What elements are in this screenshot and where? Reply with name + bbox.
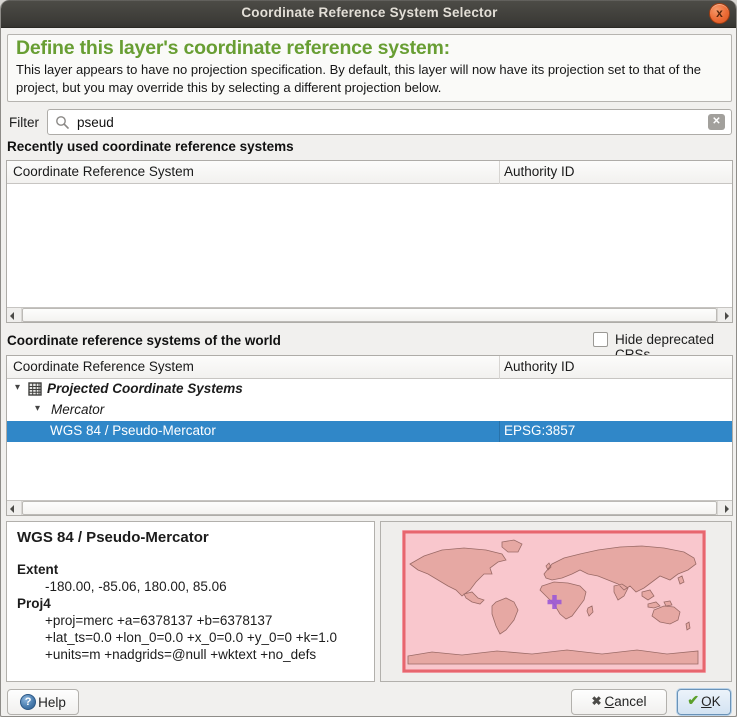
crs-details-panel: WGS 84 / Pseudo-Mercator Extent -180.00,… [6,521,375,682]
expander-icon[interactable]: ▾ [15,382,20,393]
scroll-right-icon[interactable] [717,501,732,515]
expander-icon[interactable]: ▾ [35,403,40,414]
window-title: Coordinate Reference System Selector [1,5,737,20]
tree-label[interactable]: WGS 84 / Pseudo-Mercator [50,423,216,438]
help-icon: ? [20,694,36,710]
tree-label[interactable]: Mercator [51,402,104,417]
tree-row-wgs84-pseudo-mercator[interactable]: WGS 84 / Pseudo-Mercator EPSG:3857 [7,421,732,442]
hide-deprecated-checkbox[interactable] [593,332,608,347]
cancel-x-icon: ✖ [591,694,601,708]
world-col-crs[interactable]: Coordinate Reference System [13,359,194,374]
cancel-button[interactable]: ✖ Cancel [571,689,667,715]
map-preview-panel [380,521,732,682]
proj4-label: Proj4 [17,595,364,612]
filter-label: Filter [9,115,39,130]
authority-id[interactable]: EPSG:3857 [504,423,575,438]
header-frame: Define this layer's coordinate reference… [7,34,732,102]
proj4-line: +proj=merc +a=6378137 +b=6378137 [17,612,364,629]
header-description: This layer appears to have no projection… [16,61,723,95]
scroll-left-icon[interactable] [7,501,22,515]
help-label: Help [38,695,66,710]
close-icon[interactable]: x [709,3,730,24]
recent-heading: Recently used coordinate reference syste… [7,139,294,154]
recent-crs-table[interactable]: Coordinate Reference System Authority ID [6,160,733,323]
ok-button[interactable]: ✔OK [677,689,731,715]
help-button[interactable]: ?Help [7,689,79,715]
clear-filter-icon[interactable]: ✕ [708,114,725,130]
proj4-line: +lat_ts=0.0 +lon_0=0.0 +x_0=0.0 +y_0=0 +… [17,629,364,646]
recent-table-header[interactable]: Coordinate Reference System Authority ID [7,161,732,184]
titlebar[interactable]: Coordinate Reference System Selector x [1,0,737,28]
grid-icon [28,382,42,396]
world-map-preview [402,530,706,673]
tree-row-mercator[interactable]: ▾ Mercator [7,400,732,421]
crs-selector-dialog: Coordinate Reference System Selector x D… [0,0,737,717]
world-table-body[interactable]: ▾ Projected Coordinate Systems ▾ Mercato… [7,379,732,500]
world-crs-table[interactable]: Coordinate Reference System Authority ID… [6,355,733,516]
recent-col-crs[interactable]: Coordinate Reference System [13,164,194,179]
proj4-line: +units=m +nadgrids=@null +wktext +no_def… [17,646,364,663]
tree-label[interactable]: Projected Coordinate Systems [47,381,243,396]
world-col-authority[interactable]: Authority ID [504,359,575,374]
header-title: Define this layer's coordinate reference… [16,36,723,60]
world-hscrollbar[interactable] [7,500,732,515]
cancel-label: Cancel [605,694,647,709]
ok-check-icon: ✔ [687,692,699,709]
scrollbar-thumb[interactable] [22,501,717,515]
scroll-right-icon[interactable] [717,308,732,322]
world-table-header[interactable]: Coordinate Reference System Authority ID [7,356,732,379]
ok-label: OK [701,694,721,709]
recent-table-body[interactable] [7,184,732,307]
extent-label: Extent [17,561,364,578]
world-heading: Coordinate reference systems of the worl… [7,333,281,348]
recent-hscrollbar[interactable] [7,307,732,322]
search-icon [55,115,70,130]
tree-row-projected-coordinate-systems[interactable]: ▾ Projected Coordinate Systems [7,379,732,400]
filter-input[interactable]: pseud ✕ [47,109,732,135]
scroll-left-icon[interactable] [7,308,22,322]
column-divider [499,421,500,442]
scrollbar-thumb[interactable] [22,308,717,322]
crs-name: WGS 84 / Pseudo-Mercator [17,529,364,546]
filter-value: pseud [77,115,114,130]
extent-value: -180.00, -85.06, 180.00, 85.06 [17,578,364,595]
recent-col-authority[interactable]: Authority ID [504,164,575,179]
